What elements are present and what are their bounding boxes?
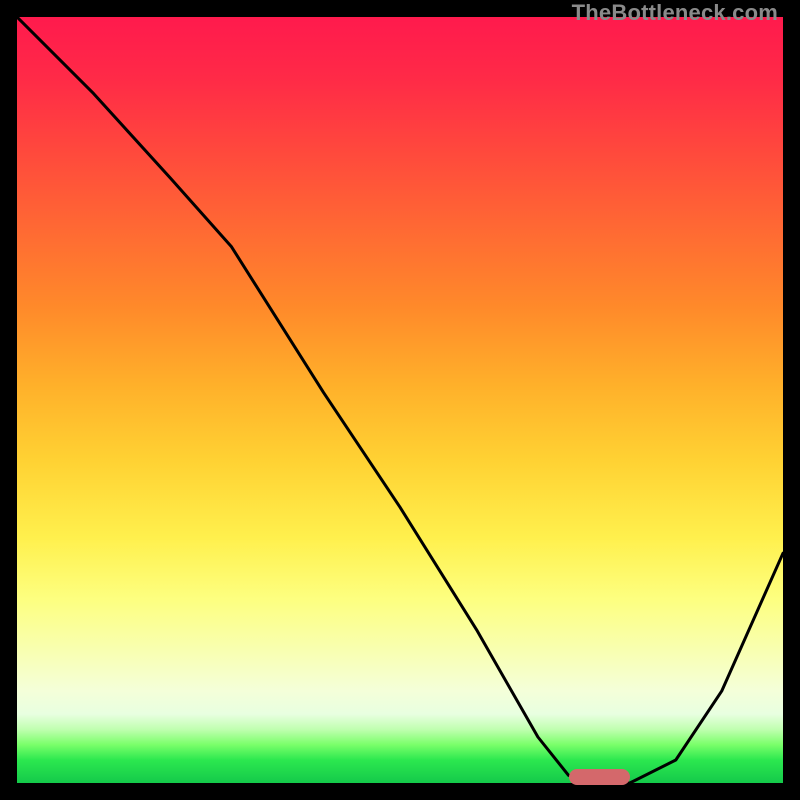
- chart-frame: TheBottleneck.com: [0, 0, 800, 800]
- watermark-text: TheBottleneck.com: [572, 0, 778, 26]
- plot-area: [17, 17, 783, 783]
- optimal-marker: [569, 769, 630, 785]
- bottleneck-curve: [17, 17, 783, 783]
